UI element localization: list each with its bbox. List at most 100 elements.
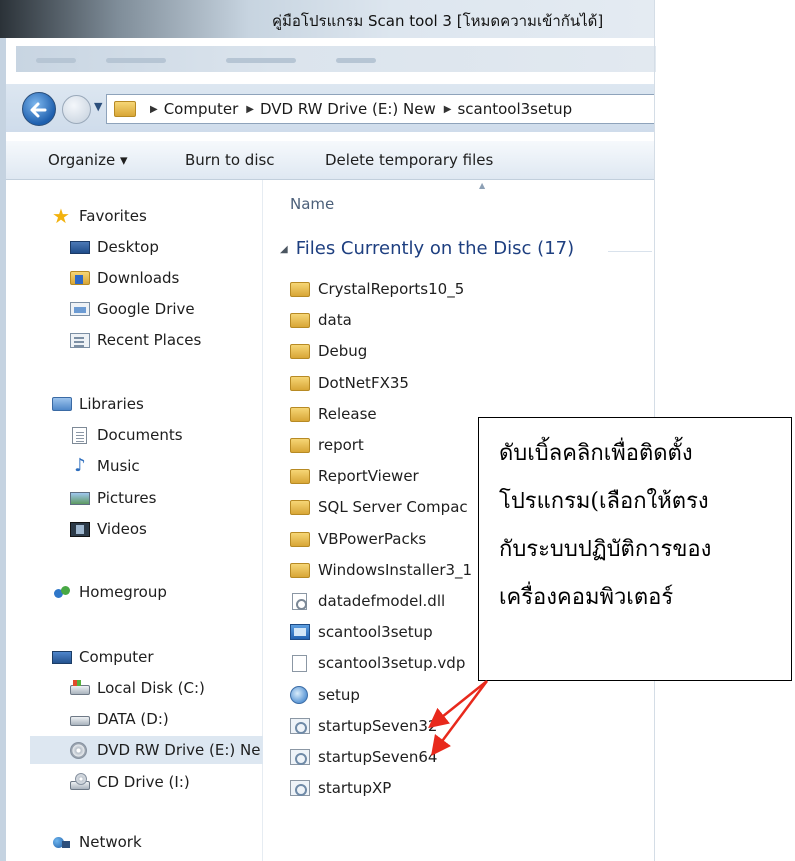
- file-name: datadefmodel.dll: [318, 592, 446, 610]
- file-name: CrystalReports10_5: [318, 280, 465, 298]
- nav-desktop[interactable]: Desktop: [70, 235, 159, 259]
- homegroup-icon: [52, 584, 72, 600]
- star-icon: ★: [52, 204, 70, 228]
- file-name: data: [318, 311, 352, 329]
- nav-label: Downloads: [97, 269, 180, 287]
- file-row[interactable]: CrystalReports10_5: [290, 277, 464, 301]
- nav-label: DATA (D:): [97, 710, 169, 728]
- callout-line: เครื่องคอมพิวเตอร์: [499, 585, 674, 610]
- folder-icon: [290, 562, 310, 578]
- desktop-icon: [70, 241, 90, 254]
- file-row[interactable]: startupSeven32: [290, 714, 437, 738]
- nav-label: CD Drive (I:): [97, 773, 190, 791]
- folder-icon: [290, 375, 310, 391]
- file-name: scantool3setup: [318, 623, 433, 641]
- network-icon: [52, 834, 72, 850]
- folder-icon: [290, 281, 310, 297]
- back-arrow-icon: [30, 102, 47, 118]
- nav-label: Favorites: [79, 207, 147, 225]
- file-name: ReportViewer: [318, 467, 419, 485]
- file-row[interactable]: startupSeven64: [290, 745, 437, 769]
- nav-label: Computer: [79, 648, 154, 666]
- file-row[interactable]: DotNetFX35: [290, 371, 409, 395]
- nav-network[interactable]: Network: [52, 830, 142, 854]
- nav-recent-places[interactable]: Recent Places: [70, 328, 201, 352]
- file-row[interactable]: Release: [290, 402, 377, 426]
- file-name: DotNetFX35: [318, 374, 409, 392]
- dvd-drive-icon: [70, 741, 87, 759]
- breadcrumb-scantool3setup[interactable]: scantool3setup: [457, 100, 572, 118]
- nav-label: Libraries: [79, 395, 144, 413]
- address-bar[interactable]: ▶ Computer ▶ DVD RW Drive (E:) New ▶ sca…: [106, 94, 654, 124]
- file-name: WindowsInstaller3_1: [318, 561, 473, 579]
- nav-label: Desktop: [97, 238, 159, 256]
- back-button[interactable]: [22, 92, 56, 126]
- nav-pictures[interactable]: Pictures: [70, 486, 156, 510]
- recent-pages-dropdown-icon[interactable]: ▼: [94, 100, 102, 113]
- nav-label: Google Drive: [97, 300, 195, 318]
- nav-downloads[interactable]: Downloads: [70, 266, 179, 290]
- file-row[interactable]: scantool3setup.vdp: [290, 651, 465, 675]
- nav-label: Pictures: [97, 489, 157, 507]
- chevron-right-icon[interactable]: ▶: [444, 104, 452, 115]
- nav-label: Documents: [97, 426, 183, 444]
- nav-music[interactable]: ♪ Music: [70, 454, 139, 478]
- menu-strip: [16, 46, 656, 72]
- group-header[interactable]: ◢ Files Currently on the Disc (17): [280, 238, 574, 259]
- breadcrumb-dvd-drive[interactable]: DVD RW Drive (E:) New: [260, 100, 436, 118]
- file-row[interactable]: ReportViewer: [290, 464, 419, 488]
- nav-videos[interactable]: Videos: [70, 517, 147, 541]
- file-name: startupSeven64: [318, 748, 438, 766]
- nav-label: Local Disk (C:): [97, 679, 205, 697]
- delete-temporary-files-button[interactable]: Delete temporary files: [325, 151, 493, 169]
- file-row[interactable]: setup: [290, 683, 360, 707]
- sort-ascending-icon: ▲: [479, 181, 486, 190]
- annotation-callout: ดับเบิ้ลคลิกเพื่อติดตั้ง โปรแกรม(เลือกให…: [478, 417, 792, 681]
- file-row[interactable]: data: [290, 308, 352, 332]
- title-bar[interactable]: คู่มือโปรแกรม Scan tool 3 [โหมดความเข้าก…: [0, 0, 654, 38]
- folder-icon: [114, 101, 136, 117]
- pictures-icon: [70, 492, 90, 505]
- organize-button[interactable]: Organize ▾: [48, 151, 128, 169]
- recent-places-icon: [70, 332, 90, 348]
- file-row[interactable]: scantool3setup: [290, 620, 433, 644]
- breadcrumb-computer[interactable]: Computer: [164, 100, 239, 118]
- nav-label: Recent Places: [97, 331, 202, 349]
- group-divider: [608, 251, 652, 252]
- file-row[interactable]: WindowsInstaller3_1: [290, 558, 472, 582]
- file-row[interactable]: SQL Server Compac: [290, 495, 468, 519]
- forward-button[interactable]: [62, 95, 91, 124]
- nav-local-disk-c[interactable]: Local Disk (C:): [70, 676, 205, 700]
- file-row[interactable]: datadefmodel.dll: [290, 589, 445, 613]
- executable-icon: [290, 780, 310, 796]
- executable-icon: [290, 749, 310, 765]
- file-name: startupXP: [318, 779, 392, 797]
- nav-label: Homegroup: [79, 583, 167, 601]
- nav-dvd-drive-e[interactable]: DVD RW Drive (E:) Ne: [30, 736, 263, 764]
- nav-homegroup[interactable]: Homegroup: [52, 580, 167, 604]
- chevron-right-icon[interactable]: ▶: [246, 104, 254, 115]
- column-header-name[interactable]: Name: [290, 195, 334, 213]
- nav-data-d[interactable]: DATA (D:): [70, 707, 169, 731]
- folder-icon: [290, 531, 310, 547]
- file-row[interactable]: startupXP: [290, 776, 391, 800]
- dll-file-icon: [292, 592, 307, 610]
- hard-drive-icon: [70, 716, 90, 726]
- installer-icon: [290, 624, 310, 640]
- folder-icon: [290, 499, 310, 515]
- nav-cd-drive-i[interactable]: CD Drive (I:): [70, 770, 190, 794]
- file-row[interactable]: Debug: [290, 339, 367, 363]
- nav-documents[interactable]: Documents: [70, 423, 183, 447]
- callout-line: โปรแกรม(เลือกให้ตรง: [499, 489, 709, 514]
- folder-icon: [290, 312, 310, 328]
- collapse-group-icon[interactable]: ◢: [280, 244, 288, 255]
- nav-google-drive[interactable]: Google Drive: [70, 297, 195, 321]
- file-row[interactable]: VBPowerPacks: [290, 527, 426, 551]
- nav-libraries[interactable]: Libraries: [52, 392, 144, 416]
- file-name: report: [318, 436, 364, 454]
- burn-to-disc-button[interactable]: Burn to disc: [185, 151, 275, 169]
- nav-favorites[interactable]: ★ Favorites: [52, 204, 147, 228]
- file-row[interactable]: report: [290, 433, 364, 457]
- chevron-right-icon[interactable]: ▶: [150, 104, 158, 115]
- nav-computer[interactable]: Computer: [52, 645, 154, 669]
